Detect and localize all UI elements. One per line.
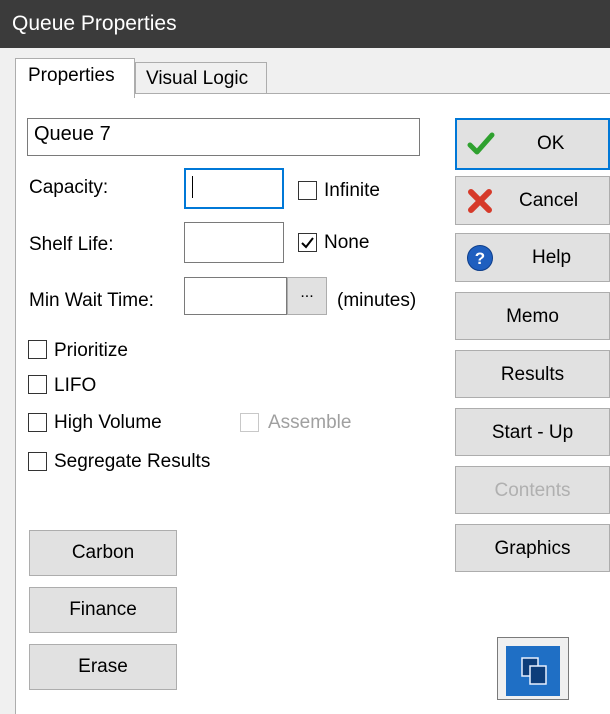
tab-visual-logic[interactable]: Visual Logic xyxy=(135,62,267,95)
assemble-label: Assemble xyxy=(268,412,352,433)
tab-properties[interactable]: Properties xyxy=(15,58,135,98)
capacity-label: Capacity: xyxy=(29,177,109,198)
startup-button[interactable]: Start - Up xyxy=(455,408,610,456)
graphics-button[interactable]: Graphics xyxy=(455,524,610,572)
infinite-label: Infinite xyxy=(324,180,380,201)
ok-button[interactable]: OK xyxy=(455,118,610,170)
results-button[interactable]: Results xyxy=(455,350,610,398)
assemble-checkbox[interactable] xyxy=(240,413,259,432)
segregate-results-label: Segregate Results xyxy=(54,451,211,472)
min-wait-input[interactable] xyxy=(184,277,287,315)
min-wait-browse-button[interactable]: ... xyxy=(287,277,327,315)
window-title: Queue Properties xyxy=(0,0,610,48)
finance-button[interactable]: Finance xyxy=(29,587,177,633)
queue-name-input[interactable]: Queue 7 xyxy=(27,118,420,156)
lifo-label: LIFO xyxy=(54,375,97,396)
cancel-label: Cancel xyxy=(519,189,579,211)
lifo-checkbox[interactable] xyxy=(28,375,47,394)
shelf-life-input[interactable] xyxy=(184,222,284,263)
contents-button[interactable]: Contents xyxy=(455,466,610,514)
copy-icon xyxy=(506,646,560,696)
erase-button[interactable]: Erase xyxy=(29,644,177,690)
copy-button[interactable] xyxy=(497,637,569,700)
capacity-input[interactable] xyxy=(184,168,284,209)
none-checkbox[interactable] xyxy=(298,233,317,252)
shelf-life-label: Shelf Life: xyxy=(29,234,114,255)
text-caret xyxy=(192,176,193,198)
min-wait-label: Min Wait Time: xyxy=(29,290,154,311)
high-volume-label: High Volume xyxy=(54,412,162,433)
tab-strip: Properties Visual Logic xyxy=(0,48,610,98)
checkmark-icon xyxy=(467,132,495,155)
prioritize-label: Prioritize xyxy=(54,340,128,361)
carbon-button[interactable]: Carbon xyxy=(29,530,177,576)
svg-text:?: ? xyxy=(475,249,485,268)
prioritize-checkbox[interactable] xyxy=(28,340,47,359)
cancel-button[interactable]: Cancel xyxy=(455,176,610,225)
help-label: Help xyxy=(532,246,572,268)
segregate-results-checkbox[interactable] xyxy=(28,452,47,471)
red-x-icon xyxy=(468,188,492,213)
none-label: None xyxy=(324,232,370,253)
checkmark-icon xyxy=(301,237,314,249)
memo-button[interactable]: Memo xyxy=(455,292,610,340)
high-volume-checkbox[interactable] xyxy=(28,413,47,432)
ok-label: OK xyxy=(537,133,565,154)
help-button[interactable]: ? Help xyxy=(455,233,610,282)
infinite-checkbox[interactable] xyxy=(298,181,317,200)
question-icon: ? xyxy=(467,244,493,271)
minutes-label: (minutes) xyxy=(337,290,417,311)
